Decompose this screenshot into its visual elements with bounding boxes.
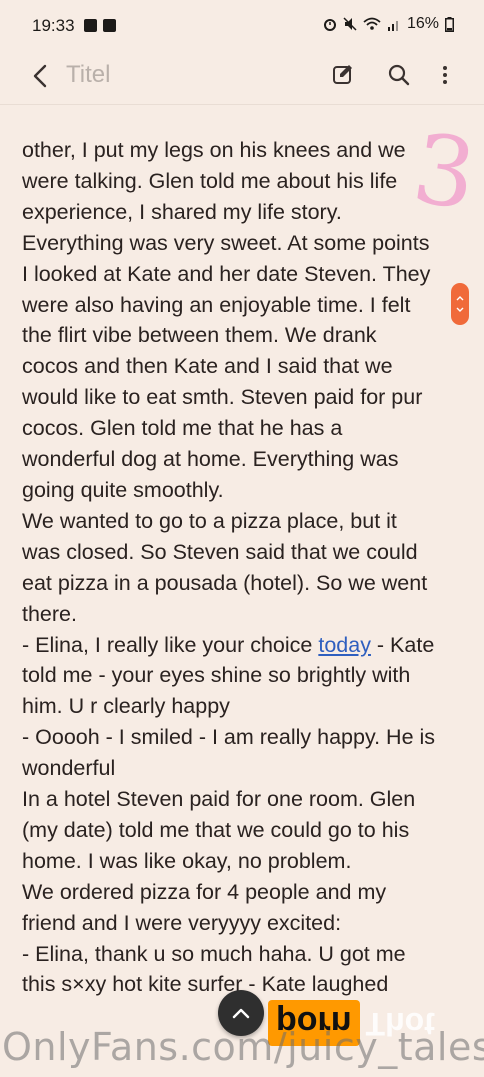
- note-line: him. U r clearly happy: [22, 694, 230, 719]
- note-line: home. I was like okay, no problem.: [22, 848, 352, 873]
- battery-percent: 16%: [406, 15, 439, 32]
- note-line: wonderful dog at home. Everything was: [22, 447, 399, 472]
- app-notification-icon: [103, 19, 116, 32]
- handwritten-page-number: 3: [406, 112, 483, 232]
- status-time: 19:33: [32, 16, 75, 35]
- chevron-down-icon: [456, 307, 464, 312]
- note-body[interactable]: other, I put my legs on his knees and we…: [22, 135, 462, 1000]
- note-line: wonderful: [22, 756, 116, 781]
- edit-button[interactable]: [326, 58, 360, 92]
- fast-scroll-handle[interactable]: [451, 283, 469, 325]
- status-bar: 19:33 16%: [0, 0, 484, 52]
- note-line: were talking. Glen told me about his lif…: [22, 168, 398, 193]
- note-line-text: - Elina, I really like your choice: [22, 632, 319, 657]
- note-text-block: told me - your eyes shine so brightly wi…: [22, 660, 462, 1000]
- note-link-today[interactable]: today: [318, 633, 371, 657]
- note-text-block: other, I put my legs on his knees and we…: [22, 135, 462, 630]
- chevron-left-icon: [33, 64, 47, 88]
- status-right: 16%: [323, 15, 454, 33]
- note-line: Everything was very sweet. At some point…: [22, 230, 430, 255]
- chevron-up-icon: [232, 1008, 250, 1019]
- note-line: (my date) told me that we could go to hi…: [22, 817, 410, 842]
- note-line: I looked at Kate and her date Steven. Th…: [22, 261, 431, 286]
- note-line: were also having an enjoyable time. I fe…: [22, 292, 411, 317]
- note-line: cocos and then Kate and I said that we: [22, 354, 393, 379]
- watermark-text: OnlyFans.com/juicy_tales: [2, 1025, 484, 1069]
- alarm-icon: [323, 19, 336, 31]
- mute-icon: [343, 17, 357, 31]
- note-line: there.: [22, 601, 77, 626]
- note-line-text: - Kate: [370, 632, 435, 657]
- back-button[interactable]: [22, 58, 58, 94]
- note-line: eat pizza in a pousada (hotel). So we we…: [22, 570, 428, 595]
- note-line-with-link: - Elina, I really like your choice today…: [22, 630, 462, 661]
- battery-icon: [445, 16, 454, 32]
- note-line: experience, I shared my life story.: [22, 199, 342, 224]
- note-line: going quite smoothly.: [22, 477, 224, 502]
- note-line: was closed. So Steven said that we could: [22, 539, 418, 564]
- note-line: the flirt vibe between them. We drank: [22, 323, 377, 348]
- gallery-notification-icon: [84, 19, 97, 32]
- note-toolbar: [0, 52, 484, 104]
- more-vertical-icon: [443, 66, 447, 84]
- note-line: told me - your eyes shine so brightly wi…: [22, 663, 411, 688]
- signal-icon: [387, 21, 398, 31]
- note-line: friend and I were veryyyy excited:: [22, 910, 342, 935]
- note-line: In a hotel Steven paid for one room. Gle…: [22, 787, 416, 812]
- notification-icons: [84, 19, 116, 32]
- note-line: We wanted to go to a pizza place, but it: [22, 508, 397, 533]
- chevron-up-icon: [456, 296, 464, 301]
- wifi-icon: [363, 17, 381, 30]
- note-line: would like to eat smth. Steven paid for …: [22, 385, 423, 410]
- note-title-input[interactable]: [66, 60, 296, 90]
- note-line: cocos. Glen told me that he has a: [22, 416, 343, 441]
- note-line: other, I put my legs on his knees and we: [22, 138, 406, 162]
- note-line: - Elina, thank u so much haha. U got me: [22, 941, 406, 966]
- more-options-button[interactable]: [428, 58, 462, 92]
- note-line: - Ooooh - I smiled - I am really happy. …: [22, 725, 436, 750]
- note-line: We ordered pizza for 4 people and my: [22, 879, 387, 904]
- search-button[interactable]: [382, 58, 416, 92]
- search-icon: [388, 64, 410, 86]
- edit-note-icon: [333, 65, 352, 84]
- toolbar-divider: [0, 104, 484, 105]
